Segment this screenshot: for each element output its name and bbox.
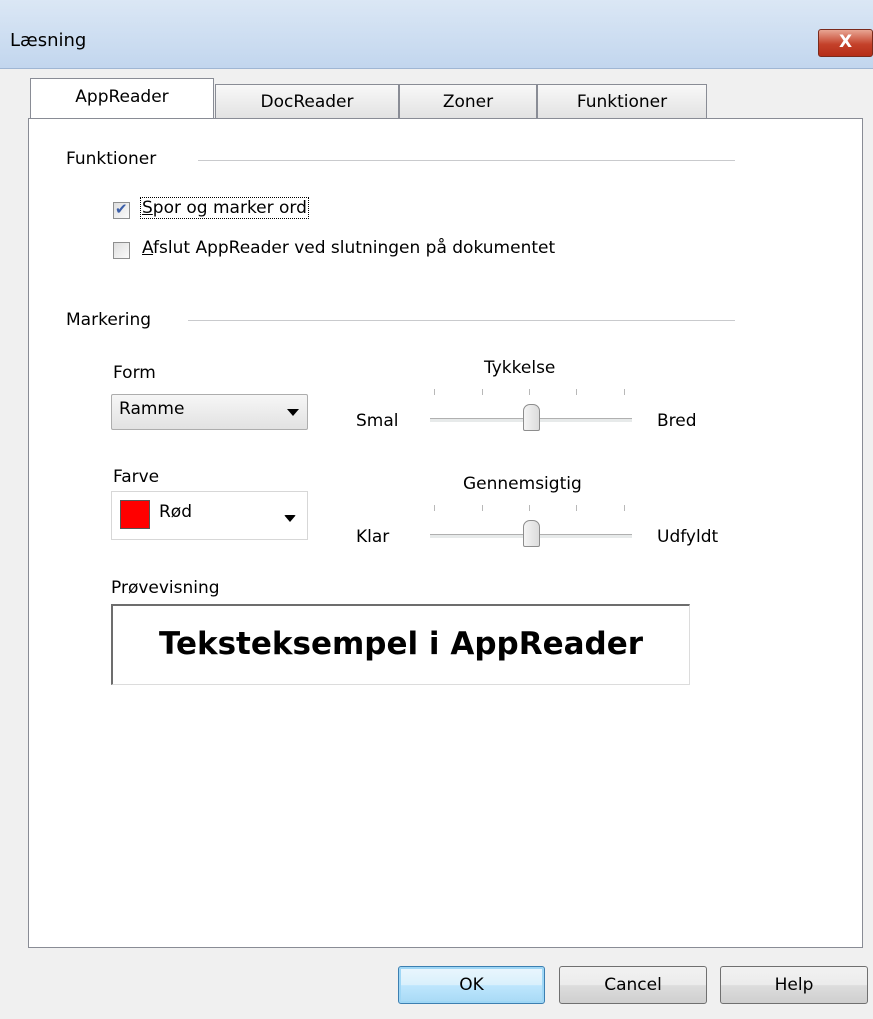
tab-label: DocReader	[260, 92, 354, 112]
slider-tick	[529, 389, 530, 395]
gennemsigtig-min-label: Klar	[356, 527, 390, 547]
gennemsigtig-label: Gennemsigtig	[463, 474, 582, 494]
tykkelse-slider-thumb[interactable]	[523, 404, 540, 431]
group-separator	[198, 160, 735, 161]
funktioner-group-label: Funktioner	[66, 149, 157, 169]
tab-funktioner[interactable]: Funktioner	[537, 84, 707, 118]
group-separator	[188, 320, 735, 321]
close-icon: X	[838, 32, 853, 52]
slider-tick	[434, 389, 435, 395]
slider-tick	[529, 505, 530, 511]
afslut-appreader-label[interactable]: Afslut AppReader ved slutningen på dokum…	[142, 238, 555, 258]
preview-text: Teksteksempel i AppReader	[158, 626, 644, 662]
checkmark-icon: ✔	[115, 200, 128, 218]
preview-box: Teksteksempel i AppReader	[111, 604, 690, 685]
slider-tick	[624, 505, 625, 511]
form-dropdown[interactable]: Ramme	[111, 394, 308, 430]
ok-button[interactable]: OK	[398, 966, 545, 1004]
slider-tick	[482, 505, 483, 511]
farve-label: Farve	[113, 467, 160, 487]
chevron-down-icon	[287, 409, 299, 416]
tab-appreader[interactable]: AppReader	[30, 78, 214, 118]
gennemsigtig-slider-thumb[interactable]	[523, 520, 540, 547]
window-title: Læsning	[10, 30, 87, 51]
slider-tick	[624, 389, 625, 395]
slider-tick	[482, 389, 483, 395]
tykkelse-label: Tykkelse	[484, 358, 556, 378]
ok-button-label: OK	[459, 975, 484, 995]
tab-zoner[interactable]: Zoner	[399, 84, 537, 118]
farve-dropdown[interactable]: Rød	[111, 491, 308, 540]
slider-tick	[434, 505, 435, 511]
afslut-appreader-checkbox[interactable]	[113, 242, 130, 259]
title-bar: Læsning X	[0, 0, 873, 69]
color-swatch	[120, 500, 150, 529]
chevron-down-icon	[284, 515, 296, 522]
preview-label: Prøvevisning	[111, 578, 220, 598]
tab-label: AppReader	[75, 87, 169, 107]
tab-label: Zoner	[442, 92, 494, 112]
cancel-button-label: Cancel	[604, 975, 662, 995]
form-dropdown-value: Ramme	[119, 399, 185, 419]
form-label: Form	[113, 363, 156, 383]
tykkelse-max-label: Bred	[657, 411, 697, 431]
tab-docreader[interactable]: DocReader	[215, 84, 399, 118]
spor-og-marker-label[interactable]: Spor og marker ord	[140, 197, 309, 219]
slider-tick	[576, 389, 577, 395]
gennemsigtig-max-label: Udfyldt	[657, 527, 719, 547]
help-button-label: Help	[774, 975, 814, 995]
tab-label: Funktioner	[576, 92, 668, 112]
cancel-button[interactable]: Cancel	[559, 966, 707, 1004]
close-button[interactable]: X	[818, 29, 873, 57]
help-button[interactable]: Help	[720, 966, 868, 1004]
tykkelse-min-label: Smal	[356, 411, 399, 431]
spor-og-marker-checkbox[interactable]: ✔	[113, 200, 130, 219]
farve-dropdown-value: Rød	[159, 502, 193, 522]
markering-group-label: Markering	[66, 310, 152, 330]
slider-tick	[576, 505, 577, 511]
